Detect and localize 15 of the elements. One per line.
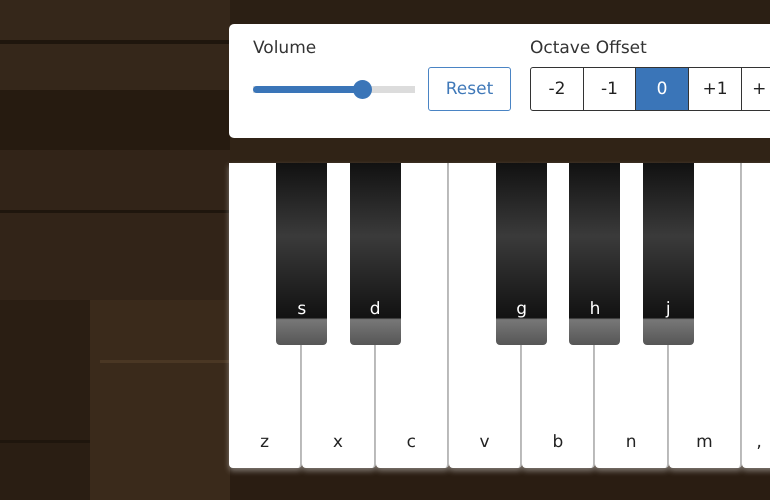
sharp-key[interactable]: g [496,163,548,345]
sharp-key[interactable]: d [350,163,401,345]
octave-button[interactable]: + [741,67,770,111]
octave-button[interactable]: 0 [635,67,689,111]
reset-button[interactable]: Reset [428,67,511,111]
slider-thumb[interactable] [353,80,372,98]
sharp-key[interactable]: h [569,163,620,345]
octave-offset-label: Octave Offset [530,37,648,59]
octave-button[interactable]: +1 [688,67,743,111]
octave-button[interactable]: -1 [582,67,636,111]
sharp-key[interactable]: s [276,163,328,345]
piano-key[interactable]: , [742,163,770,468]
sharp-key[interactable]: j [642,163,694,345]
volume-label: Volume [253,37,318,59]
octave-button[interactable]: -2 [530,67,584,111]
